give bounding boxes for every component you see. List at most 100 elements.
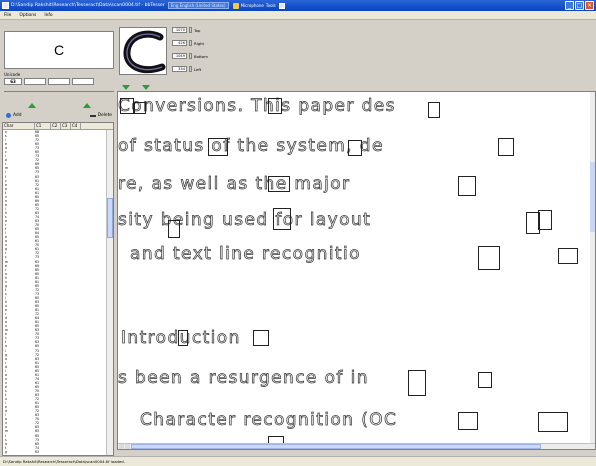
table-cell-code: 63 [35, 449, 40, 454]
col-c4[interactable]: C4 [71, 123, 81, 129]
col-c3[interactable]: C3 [61, 123, 71, 129]
character-image-strip: 1070 Top 426 Right 1049 Bottom 334 Left [117, 21, 596, 83]
table-header: Char C1 C2 C3 C4 [3, 123, 113, 130]
document-vertical-scroll-thumb[interactable] [590, 162, 595, 232]
doc-line: sity being used for layout [118, 210, 372, 231]
box-left: 334 Left [172, 66, 201, 72]
glyph-box[interactable] [120, 98, 134, 114]
box-right-field[interactable]: 426 [172, 40, 187, 46]
character-panel: C Unicode 63 Add Delete Char C1 C2 C3 C4… [0, 21, 117, 456]
glyph-box[interactable] [168, 220, 180, 238]
box-bottom-label: Bottom [194, 53, 208, 59]
document-vertical-scrollbar[interactable] [590, 92, 595, 444]
arrow-down-icon[interactable] [122, 84, 130, 90]
box-bottom: 1049 Bottom [172, 53, 208, 59]
table-scroll-thumb[interactable] [107, 198, 113, 238]
current-character-display: C [4, 31, 114, 69]
status-bar: D:\Sandip Rakshit\Research\Tesseract\Dat… [0, 456, 596, 466]
glyph-box[interactable] [253, 330, 269, 346]
glyph-box[interactable] [178, 330, 188, 346]
scroll-left-icon[interactable] [119, 444, 124, 449]
maximize-button[interactable]: □ [575, 1, 584, 10]
box-right-label: Right [194, 40, 204, 46]
glyph-box[interactable] [268, 176, 290, 192]
scroll-right-icon[interactable] [125, 444, 130, 449]
glyph-box[interactable] [348, 140, 362, 156]
document-horizontal-scrollbar[interactable] [118, 443, 595, 449]
glyph-box[interactable] [408, 370, 426, 396]
box-top: 1070 Top [172, 27, 200, 33]
table-scrollbar[interactable] [106, 130, 113, 455]
document-horizontal-scroll-thumb[interactable] [131, 444, 541, 449]
col-extra[interactable] [81, 123, 105, 129]
doc-line: s been a resurgence of in [118, 368, 369, 389]
table-cell-char: g [5, 449, 8, 454]
unicode-field[interactable]: 63 [4, 78, 22, 85]
language-bar-icon[interactable] [278, 2, 285, 9]
menu-options[interactable]: Options [19, 13, 36, 18]
app-icon [2, 2, 9, 9]
character-table[interactable]: Char C1 C2 C3 C4 n 68 s 65 i 72 e 65 a 73 c 65 i 73 o 7… [2, 122, 114, 456]
add-button[interactable]: Add [2, 113, 26, 118]
glyph-box[interactable] [558, 248, 578, 264]
glyph-box[interactable] [273, 208, 291, 230]
tools-label[interactable]: Tools [266, 3, 276, 8]
doc-line: Character recognition (OC [140, 410, 398, 431]
unicode-field-4[interactable] [72, 78, 94, 85]
menu-file[interactable]: File [4, 13, 11, 18]
box-left-field[interactable]: 334 [172, 66, 187, 72]
menu-info[interactable]: Info [44, 13, 52, 18]
arrow-up-icon[interactable] [82, 103, 91, 108]
table-row[interactable]: g 63 [3, 450, 103, 454]
unicode-label: Unicode [4, 72, 21, 77]
unicode-field-3[interactable] [48, 78, 70, 85]
edit-buttons: Add Delete [2, 113, 116, 118]
glyph-box[interactable] [458, 412, 478, 430]
character-image [119, 27, 167, 75]
add-icon [6, 113, 11, 118]
box-top-spin[interactable] [189, 27, 192, 33]
box-top-field[interactable]: 1070 [172, 27, 187, 33]
language-selector[interactable]: Eng English (United States) [167, 2, 229, 9]
delete-icon [89, 114, 96, 117]
glyph-box[interactable] [428, 102, 440, 118]
box-bottom-spin[interactable] [189, 53, 192, 59]
glyph-box[interactable] [478, 372, 492, 388]
doc-line: and text line recognitio [130, 244, 361, 265]
title-bar: D:\Sandip Rakshit\Research\Tesseract\Dat… [0, 0, 596, 11]
move-buttons [4, 103, 114, 108]
menu-bar: File Options Info [0, 11, 596, 20]
arrow-up-icon[interactable] [27, 103, 36, 108]
doc-line: re, as well as the major [118, 174, 351, 195]
glyph-box[interactable] [498, 138, 514, 156]
glyph-box[interactable] [458, 176, 476, 196]
doc-line: Conversions. This paper des [118, 96, 396, 117]
window-buttons: _ □ × [565, 1, 594, 10]
arrow-down-icon[interactable] [142, 84, 150, 90]
window-title: D:\Sandip Rakshit\Research\Tesseract\Dat… [11, 3, 165, 8]
box-left-spin[interactable] [189, 66, 192, 72]
col-c1[interactable]: C1 [35, 123, 51, 129]
add-label: Add [13, 113, 22, 118]
glyph-box[interactable] [538, 412, 568, 432]
document-view[interactable]: Conversions. This paper des of status of… [117, 91, 596, 450]
unicode-field-2[interactable] [24, 78, 46, 85]
minimize-button[interactable]: _ [565, 1, 574, 10]
pen-icon[interactable] [232, 2, 239, 9]
delete-button[interactable]: Delete [86, 113, 116, 118]
col-char[interactable]: Char [3, 123, 35, 129]
microphone-label[interactable]: Microphone [241, 3, 264, 8]
box-top-label: Top [194, 27, 201, 33]
box-right-spin[interactable] [189, 40, 192, 46]
divider [4, 91, 114, 92]
unicode-fields: 63 [4, 78, 94, 85]
glyph-box[interactable] [538, 210, 552, 230]
doc-line: of status of the system, de [118, 136, 384, 157]
glyph-box[interactable] [478, 246, 500, 270]
glyph-box[interactable] [134, 102, 146, 114]
box-bottom-field[interactable]: 1049 [172, 53, 187, 59]
col-c2[interactable]: C2 [51, 123, 61, 129]
close-button[interactable]: × [585, 1, 594, 10]
glyph-box[interactable] [268, 98, 282, 114]
glyph-box[interactable] [208, 138, 228, 156]
